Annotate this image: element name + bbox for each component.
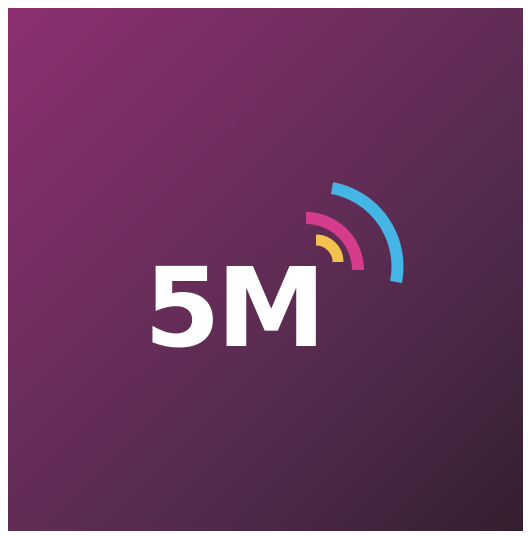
wave-inner: [315, 234, 344, 263]
signal-waves-icon: [305, 182, 404, 284]
app-icon-frame: 5M: [0, 0, 528, 536]
